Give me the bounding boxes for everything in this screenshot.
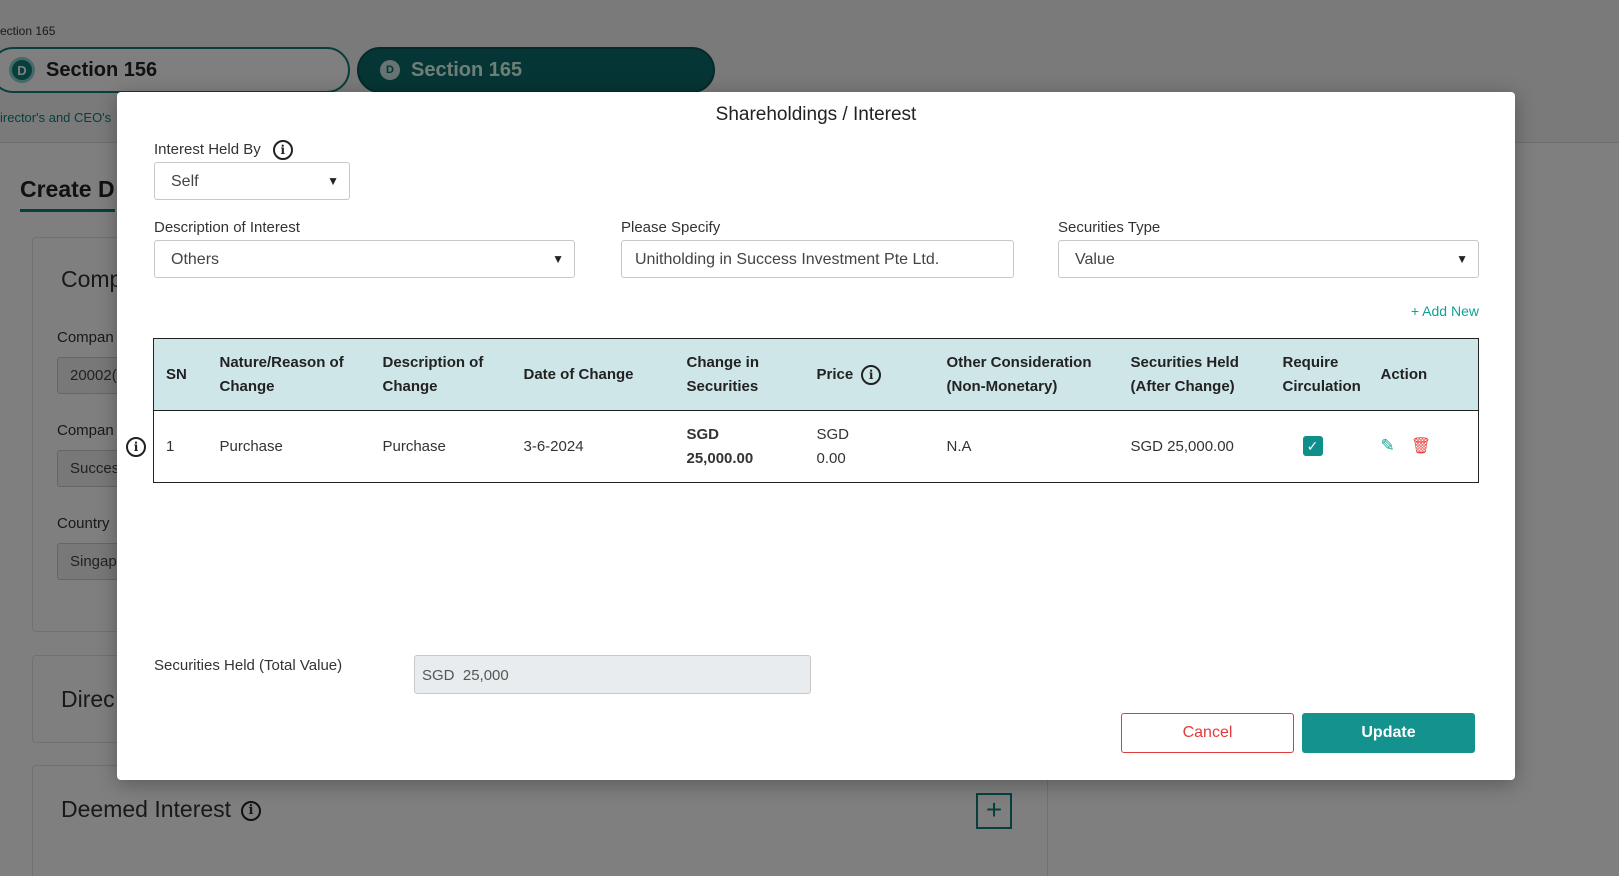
cell-price: SGD 0.00 <box>805 411 935 483</box>
chevron-down-icon: ▼ <box>552 252 564 266</box>
select-value: Self <box>171 173 199 190</box>
col-action: Action <box>1368 338 1479 411</box>
modal-title: Shareholdings / Interest <box>715 104 917 125</box>
price-amount: 0.00 <box>816 449 846 467</box>
update-button[interactable]: Update <box>1302 713 1475 753</box>
col-price: Price i <box>804 338 935 411</box>
col-other: Other Consideration (Non-Monetary) <box>934 338 1119 411</box>
description-of-interest-select[interactable]: Others ▼ <box>154 240 575 278</box>
col-circulation: Require Circulation <box>1270 338 1369 411</box>
check-icon: ✓ <box>1306 437 1319 454</box>
cell-held: SGD 25,000.00 <box>1130 437 1234 455</box>
trash-icon[interactable]: 🗑 <box>1411 438 1431 455</box>
cell-sn: 1 <box>166 437 175 455</box>
col-description: Description of Change <box>370 338 512 411</box>
cell-change: SGD 25,000.00 <box>675 411 805 483</box>
select-value: Value <box>1075 251 1115 268</box>
cancel-button[interactable]: Cancel <box>1121 713 1294 753</box>
please-specify-input[interactable]: Unitholding in Success Investment Pte Lt… <box>621 240 1014 278</box>
shareholdings-modal: Shareholdings / Interest Interest Held B… <box>117 92 1515 780</box>
change-amount: 25,000.00 <box>686 449 754 467</box>
changes-table: SN Nature/Reason of Change Description o… <box>153 338 1479 483</box>
chevron-down-icon: ▼ <box>1456 252 1468 266</box>
description-of-interest-label: Description of Interest <box>154 219 300 236</box>
interest-held-by-label: Interest Held By i <box>154 140 293 160</box>
securities-type-select[interactable]: Value ▼ <box>1058 240 1479 278</box>
col-held: Securities Held (After Change) <box>1118 338 1271 411</box>
total-value-label: Securities Held (Total Value) <box>154 657 343 674</box>
col-date: Date of Change <box>511 338 675 411</box>
please-specify-label: Please Specify <box>621 219 721 236</box>
col-change: Change in Securities <box>674 338 805 411</box>
col-nature: Nature/Reason of Change <box>207 338 371 411</box>
interest-held-by-select[interactable]: Self ▼ <box>154 162 350 200</box>
info-icon[interactable]: i <box>272 140 293 160</box>
price-header-text: Price <box>816 365 854 383</box>
total-amount: 25,000 <box>462 667 509 684</box>
col-sn: SN <box>153 338 208 411</box>
require-circulation-checkbox[interactable]: ✓ <box>1302 435 1323 456</box>
cell-action: ✎ 🗑 <box>1369 411 1479 483</box>
cell-nature: Purchase <box>219 437 283 455</box>
select-value: Others <box>171 251 220 268</box>
cell-other: N.A <box>946 437 972 455</box>
info-icon[interactable]: i <box>861 364 882 385</box>
securities-type-label: Securities Type <box>1058 219 1161 236</box>
chevron-down-icon: ▼ <box>327 174 339 188</box>
cell-date: 3-6-2024 <box>523 437 584 455</box>
total-currency: SGD <box>422 667 455 684</box>
table-header-row: SN Nature/Reason of Change Description o… <box>153 338 1479 411</box>
cell-circulation: ✓ <box>1271 411 1369 483</box>
price-currency: SGD <box>816 425 850 443</box>
total-value-field: SGD 25,000 <box>414 655 811 694</box>
label-text: Interest Held By <box>154 140 261 158</box>
table-row: 1 Purchase Purchase 3-6-2024 SGD 25,000.… <box>154 411 1479 483</box>
add-new-link[interactable]: + Add New <box>1411 303 1479 319</box>
pencil-icon[interactable]: ✎ <box>1381 436 1395 455</box>
cell-description: Purchase <box>382 437 446 455</box>
change-currency: SGD <box>686 425 720 443</box>
row-info-icon[interactable]: i <box>126 437 146 457</box>
